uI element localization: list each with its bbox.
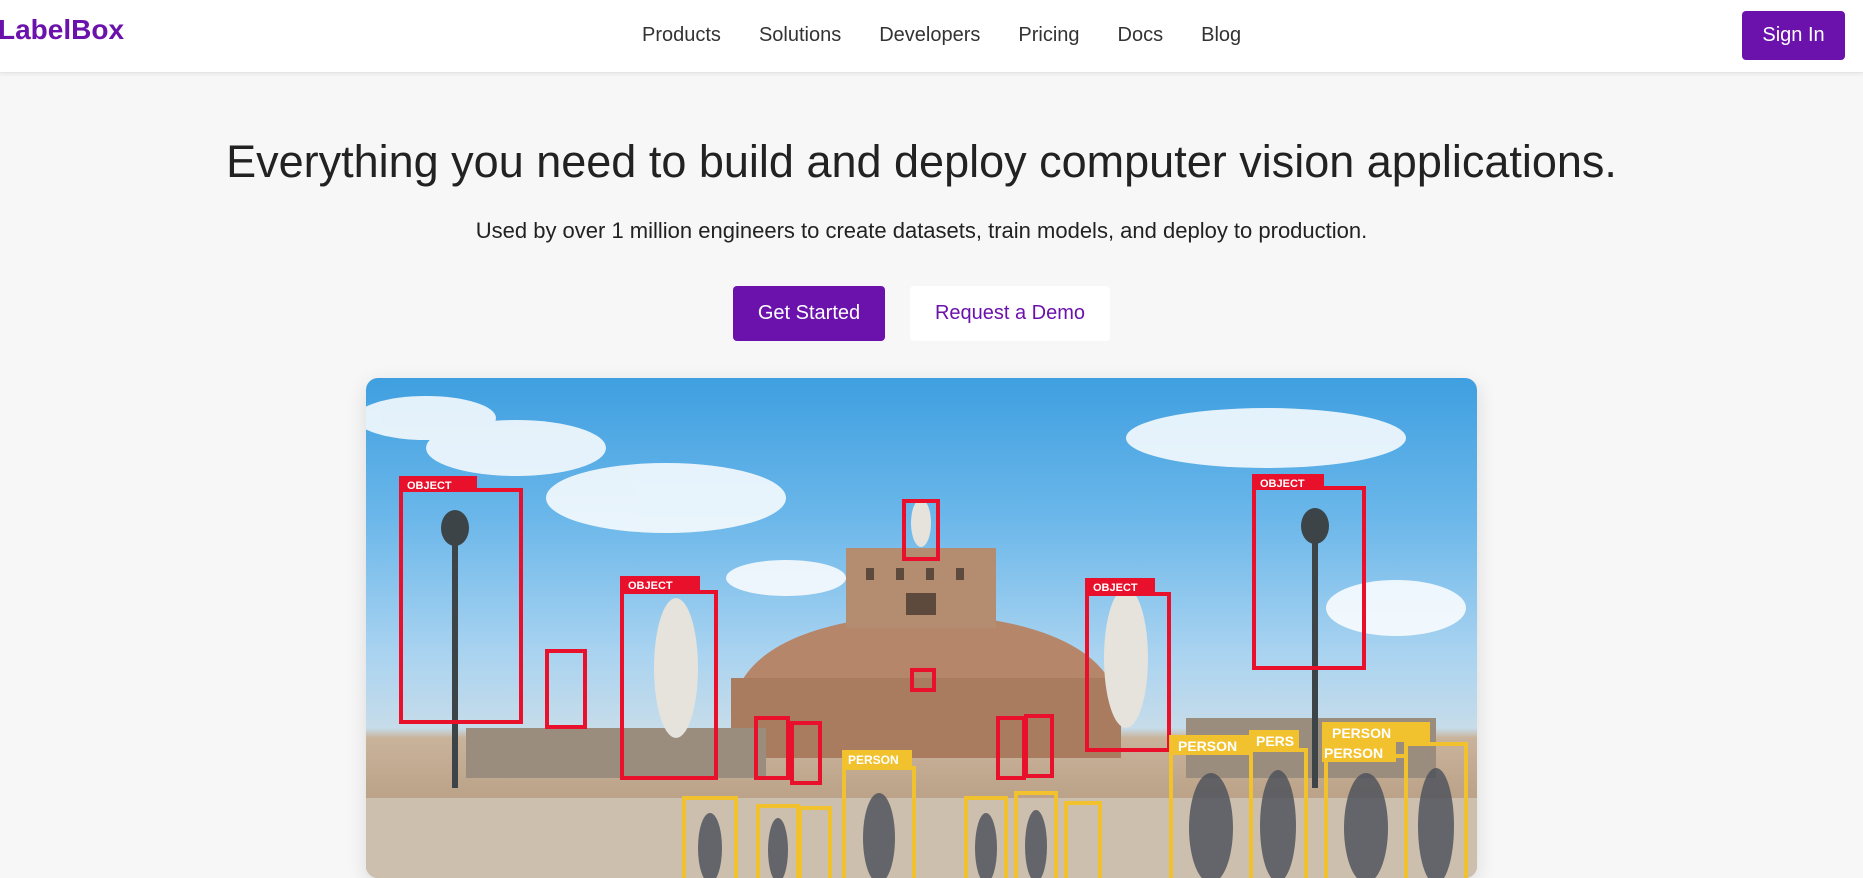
- nav-link-docs[interactable]: Docs: [1118, 22, 1164, 52]
- top-navbar: LabelBox Products Solutions Developers P…: [0, 0, 1863, 73]
- person-label: PERSON: [1178, 738, 1237, 754]
- hero-title: Everything you need to build and deploy …: [226, 136, 1617, 187]
- bridge: [366, 798, 1477, 878]
- person-label: PERSON: [1332, 725, 1391, 741]
- nav-link-products[interactable]: Products: [642, 22, 721, 52]
- object-label: OBJECT: [628, 580, 673, 592]
- get-started-button[interactable]: Get Started: [733, 286, 885, 341]
- main-nav: Products Solutions Developers Pricing Do…: [623, 22, 1260, 52]
- person-label-truncated: PERS: [1256, 733, 1294, 749]
- nav-link-blog[interactable]: Blog: [1201, 22, 1241, 52]
- nav-link-solutions[interactable]: Solutions: [759, 22, 841, 52]
- object-label: OBJECT: [1093, 582, 1138, 594]
- object-label: OBJECT: [1260, 478, 1305, 490]
- object-label: OBJECT: [407, 480, 452, 492]
- person-label: PERSON: [1324, 745, 1383, 761]
- sign-in-button[interactable]: Sign In: [1742, 11, 1845, 60]
- cta-row: Get Started Request a Demo: [733, 286, 1110, 341]
- request-demo-button[interactable]: Request a Demo: [910, 286, 1110, 341]
- nav-link-pricing[interactable]: Pricing: [1018, 22, 1079, 52]
- hero-subtitle: Used by over 1 million engineers to crea…: [475, 218, 1368, 243]
- labelbox-logo[interactable]: LabelBox: [0, 14, 124, 46]
- person-label: PERSON: [848, 753, 899, 767]
- nav-link-developers[interactable]: Developers: [879, 22, 980, 52]
- demo-scene: OBJECT OBJECT OBJECT OBJECT PERSON PERSO…: [366, 396, 1477, 878]
- annotated-demo-image: OBJECT OBJECT OBJECT OBJECT PERSON PERSO…: [366, 378, 1477, 878]
